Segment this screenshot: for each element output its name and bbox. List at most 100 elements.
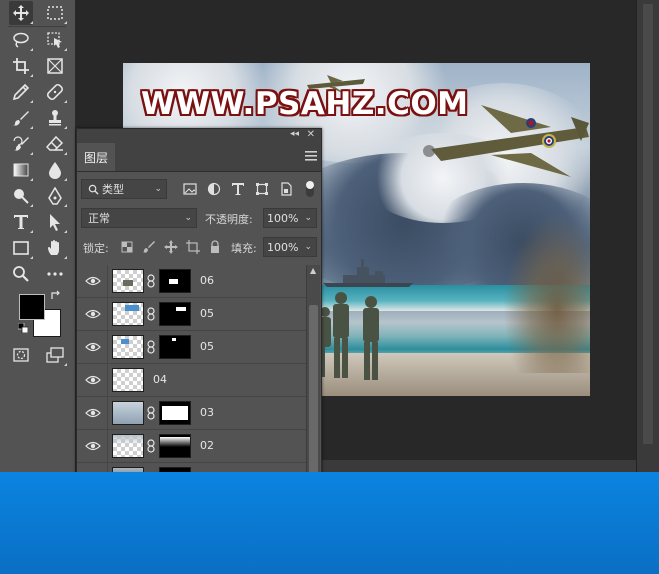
layer-row[interactable]: 05	[77, 298, 306, 331]
layer-name: 05	[200, 340, 214, 353]
layer-name: 05	[200, 307, 214, 320]
scroll-up-icon[interactable]: ▲	[310, 266, 316, 275]
layer-name: 03	[200, 406, 214, 419]
blur-icon[interactable]	[43, 158, 67, 182]
quick-mask-icon[interactable]	[9, 343, 33, 367]
layer-row[interactable]: 04	[77, 364, 306, 397]
eye-icon[interactable]	[85, 373, 101, 387]
layer-mask-thumbnail[interactable]	[159, 302, 191, 326]
lock-artboard-icon[interactable]	[185, 239, 201, 255]
type-icon[interactable]	[9, 210, 33, 234]
eye-icon[interactable]	[85, 274, 101, 288]
tab-layers[interactable]: 图层	[77, 143, 115, 171]
panel-menu-icon[interactable]	[305, 151, 317, 161]
link-icon[interactable]	[146, 307, 156, 321]
layer-thumbnail	[112, 269, 144, 293]
eye-icon[interactable]	[85, 406, 101, 420]
desktop-background	[0, 472, 659, 574]
soldiers-graphic	[319, 292, 379, 380]
lock-all-icon[interactable]	[207, 239, 223, 255]
watermark-text: WWW.PSAHZ.COM	[141, 86, 469, 122]
hand-icon[interactable]	[43, 236, 67, 260]
layer-thumbnail	[112, 401, 144, 425]
opacity-value: 100%	[267, 211, 299, 225]
blend-mode-select[interactable]: 正常 ⌄	[81, 208, 197, 228]
screen-mode-icon[interactable]	[43, 343, 67, 367]
more-tools-icon[interactable]	[43, 262, 67, 286]
blend-mode-value: 正常	[88, 212, 110, 225]
close-panel-icon[interactable]: ✕	[307, 129, 315, 140]
crop-icon[interactable]	[9, 54, 33, 78]
foreground-color-swatch[interactable]	[19, 294, 45, 320]
zoom-icon[interactable]	[9, 262, 33, 286]
tools-panel	[0, 0, 76, 476]
lasso-icon[interactable]	[9, 28, 33, 52]
photoshop-window: WWW.PSAHZ.COM ◂◂ ✕ 图层 类型 ⌄ 正常 ⌄ 不透明度: 10…	[0, 0, 659, 570]
link-icon[interactable]	[146, 340, 156, 354]
layer-row[interactable]: 05	[77, 331, 306, 364]
frame-icon[interactable]	[43, 54, 67, 78]
rectangle-icon[interactable]	[9, 236, 33, 260]
filter-smart-object-icon[interactable]	[278, 181, 294, 197]
link-icon[interactable]	[146, 439, 156, 453]
lock-pixels-icon[interactable]	[141, 239, 157, 255]
layer-row[interactable]: 02	[77, 430, 306, 463]
opacity-field[interactable]: 100% ⌄	[263, 208, 317, 228]
layer-mask-thumbnail[interactable]	[159, 401, 191, 425]
fill-field[interactable]: 100% ⌄	[263, 237, 317, 257]
dodge-icon[interactable]	[9, 184, 33, 208]
link-icon[interactable]	[146, 274, 156, 288]
layer-row[interactable]: 06	[77, 265, 306, 298]
filter-pixel-icon[interactable]	[182, 181, 198, 197]
collapse-panel-icon[interactable]: ◂◂	[290, 129, 299, 139]
layer-name: 02	[200, 439, 214, 452]
stamp-icon[interactable]	[43, 106, 67, 130]
filter-row: 类型 ⌄	[81, 179, 317, 201]
filter-adjustment-icon[interactable]	[206, 181, 222, 197]
fill-value: 100%	[267, 240, 299, 254]
lock-transparent-icon[interactable]	[119, 239, 135, 255]
layer-mask-thumbnail[interactable]	[159, 269, 191, 293]
opacity-label: 不透明度:	[205, 213, 253, 226]
filter-type-icon[interactable]	[230, 181, 246, 197]
default-colors-icon[interactable]	[17, 322, 29, 334]
eyedropper-icon[interactable]	[9, 80, 33, 104]
layer-thumbnail	[112, 368, 144, 392]
lock-position-icon[interactable]	[163, 239, 179, 255]
eraser-icon[interactable]	[43, 132, 67, 156]
swap-colors-icon[interactable]	[50, 290, 62, 302]
move-icon[interactable]	[9, 1, 33, 25]
layer-name: 04	[153, 373, 167, 386]
gradient-icon[interactable]	[9, 158, 33, 182]
filter-toggle-switch[interactable]	[306, 181, 314, 197]
chevron-down-icon: ⌄	[184, 213, 192, 223]
blend-row: 正常 ⌄ 不透明度: 100% ⌄	[81, 208, 317, 230]
eye-icon[interactable]	[85, 340, 101, 354]
chevron-down-icon: ⌄	[304, 242, 312, 252]
link-icon[interactable]	[146, 406, 156, 420]
object-select-icon[interactable]	[43, 28, 67, 52]
lock-row: 锁定: 填充: 100% ⌄	[81, 237, 317, 259]
brush-icon[interactable]	[9, 106, 33, 130]
path-select-icon[interactable]	[43, 210, 67, 234]
layer-row[interactable]: 03	[77, 397, 306, 430]
marquee-icon[interactable]	[43, 1, 67, 25]
eye-icon[interactable]	[85, 439, 101, 453]
search-icon	[88, 184, 99, 195]
history-brush-icon[interactable]	[9, 132, 33, 156]
lock-label: 锁定:	[83, 242, 109, 255]
pen-icon[interactable]	[43, 184, 67, 208]
eye-icon[interactable]	[85, 307, 101, 321]
layer-mask-thumbnail[interactable]	[159, 434, 191, 458]
battleship-graphic	[323, 259, 413, 287]
layer-thumbnail	[112, 335, 144, 359]
chevron-down-icon: ⌄	[304, 213, 312, 223]
layer-mask-thumbnail[interactable]	[159, 335, 191, 359]
layer-thumbnail	[112, 302, 144, 326]
filter-shape-icon[interactable]	[254, 181, 270, 197]
healing-brush-icon[interactable]	[43, 80, 67, 104]
filter-kind-value: 类型	[102, 183, 124, 196]
fill-label: 填充:	[231, 242, 257, 255]
filter-kind-select[interactable]: 类型 ⌄	[81, 179, 167, 199]
panel-tabbar: 图层	[77, 143, 321, 172]
